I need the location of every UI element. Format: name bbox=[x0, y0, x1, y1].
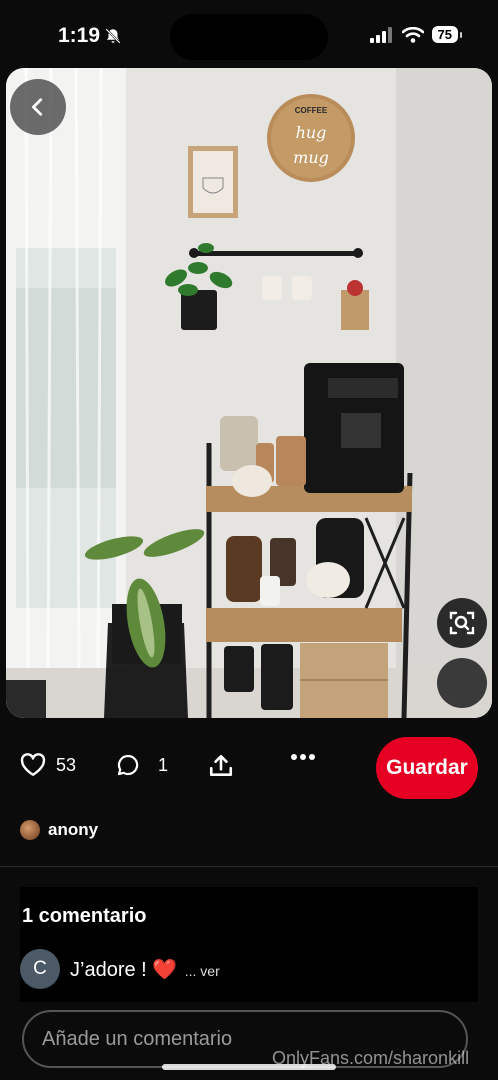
status-bar: 1:19 75 bbox=[0, 0, 498, 68]
share-icon bbox=[209, 754, 233, 776]
save-button[interactable]: Guardar bbox=[376, 737, 478, 799]
svg-text:mug: mug bbox=[293, 148, 329, 167]
share-button[interactable] bbox=[208, 753, 234, 779]
author-name: anony bbox=[48, 820, 99, 839]
status-time: 1:19 bbox=[58, 24, 122, 48]
pin-image[interactable]: COFFEE hug mug bbox=[6, 68, 492, 718]
comment-count: 1 bbox=[158, 754, 169, 775]
visual-search-button[interactable] bbox=[437, 598, 487, 648]
pin-actions: 53 1 Guardar bbox=[0, 735, 498, 799]
svg-text:COFFEE: COFFEE bbox=[295, 106, 328, 115]
divider bbox=[0, 866, 498, 867]
author-avatar bbox=[20, 820, 40, 840]
comment-body: J’adore ! bbox=[70, 958, 153, 981]
like-count: 53 bbox=[56, 754, 77, 775]
dynamic-island bbox=[170, 14, 328, 60]
floating-button[interactable] bbox=[437, 658, 487, 708]
comment-see-more[interactable]: ... ver bbox=[185, 963, 220, 979]
bell-slash-icon bbox=[105, 28, 121, 44]
comments-title: 1 comentario bbox=[22, 905, 147, 927]
home-indicator[interactable] bbox=[162, 1064, 336, 1070]
battery-indicator: 75 bbox=[431, 26, 463, 43]
comment-text: J’adore ! ❤️ ... ver bbox=[70, 957, 220, 982]
comment-item[interactable]: C J’adore ! ❤️ ... ver bbox=[20, 949, 220, 989]
back-icon bbox=[32, 98, 43, 116]
heart-emoji: ❤️ bbox=[152, 958, 178, 981]
comment-icon bbox=[117, 754, 139, 776]
like-button[interactable]: 53 bbox=[20, 753, 76, 777]
comments-section: 1 comentario C J’adore ! ❤️ ... ver bbox=[20, 887, 478, 1002]
more-options-button[interactable] bbox=[290, 753, 316, 761]
visual-search-icon bbox=[449, 611, 475, 635]
author-row[interactable]: anony bbox=[20, 820, 98, 840]
more-icon bbox=[291, 754, 315, 760]
commenter-avatar[interactable]: C bbox=[20, 949, 60, 989]
back-button[interactable] bbox=[10, 79, 66, 135]
svg-text:hug: hug bbox=[296, 123, 327, 142]
comment-button[interactable]: 1 bbox=[116, 753, 168, 777]
time-text: 1:19 bbox=[58, 24, 101, 47]
wifi-icon bbox=[401, 26, 424, 43]
heart-icon bbox=[20, 753, 46, 776]
signal-icon bbox=[369, 26, 392, 43]
